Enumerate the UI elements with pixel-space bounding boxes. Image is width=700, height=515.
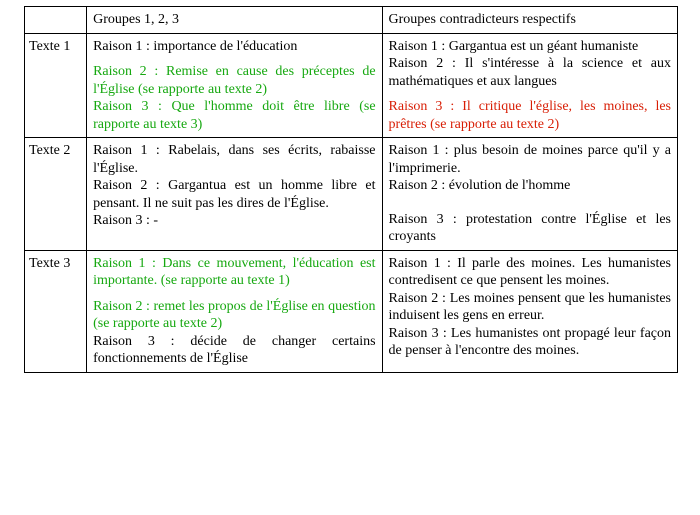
header-cell-empty: [25, 7, 87, 34]
row-label: Texte 2: [25, 138, 87, 251]
reason-text: Raison 3 : décide de changer certains fo…: [93, 333, 375, 368]
table-header-row: Groupes 1, 2, 3 Groupes contradicteurs r…: [25, 7, 678, 34]
header-cell-groups: Groupes 1, 2, 3: [87, 7, 382, 34]
reason-text: Raison 3 : -: [93, 212, 375, 230]
reason-text: Raison 2 : évolution de l'homme: [389, 177, 671, 195]
table-row: Texte 2 Raison 1 : Rabelais, dans ses éc…: [25, 138, 678, 251]
cell-contradictors: Raison 1 : plus besoin de moines parce q…: [382, 138, 677, 251]
table-row: Texte 3 Raison 1 : Dans ce mouvement, l'…: [25, 250, 678, 372]
reason-text: Raison 1 : Dans ce mouvement, l'éducatio…: [93, 255, 375, 290]
table-row: Texte 1 Raison 1 : importance de l'éduca…: [25, 33, 678, 138]
reason-text: Raison 2 : Il s'intéresse à la science e…: [389, 55, 671, 90]
cell-groups: Raison 1 : importance de l'éducation Rai…: [87, 33, 382, 138]
reason-text: Raison 3 : Il critique l'église, les moi…: [389, 98, 671, 133]
row-label: Texte 1: [25, 33, 87, 138]
reason-text: Raison 3 : Les humanistes ont propagé le…: [389, 325, 671, 360]
reason-text: Raison 3 : protestation contre l'Église …: [389, 211, 671, 246]
cell-groups: Raison 1 : Dans ce mouvement, l'éducatio…: [87, 250, 382, 372]
cell-groups: Raison 1 : Rabelais, dans ses écrits, ra…: [87, 138, 382, 251]
reason-text: Raison 3 : Que l'homme doit être libre (…: [93, 98, 375, 133]
reason-text: Raison 1 : plus besoin de moines parce q…: [389, 142, 671, 177]
reason-text: Raison 1 : Gargantua est un géant humani…: [389, 38, 671, 56]
cell-contradictors: Raison 1 : Gargantua est un géant humani…: [382, 33, 677, 138]
row-label: Texte 3: [25, 250, 87, 372]
reason-text: Raison 1 : Rabelais, dans ses écrits, ra…: [93, 142, 375, 177]
header-cell-contradictors: Groupes contradicteurs respectifs: [382, 7, 677, 34]
reason-text: Raison 2 : Les moines pensent que les hu…: [389, 290, 671, 325]
cell-contradictors: Raison 1 : Il parle des moines. Les huma…: [382, 250, 677, 372]
reason-text: Raison 1 : importance de l'éducation: [93, 38, 375, 56]
reason-text: Raison 2 : Gargantua est un homme libre …: [93, 177, 375, 212]
reason-text: Raison 1 : Il parle des moines. Les huma…: [389, 255, 671, 290]
reason-text: Raison 2 : Remise en cause des préceptes…: [93, 63, 375, 98]
reason-text: Raison 2 : remet les propos de l'Église …: [93, 298, 375, 333]
reasons-table: Groupes 1, 2, 3 Groupes contradicteurs r…: [24, 6, 678, 373]
